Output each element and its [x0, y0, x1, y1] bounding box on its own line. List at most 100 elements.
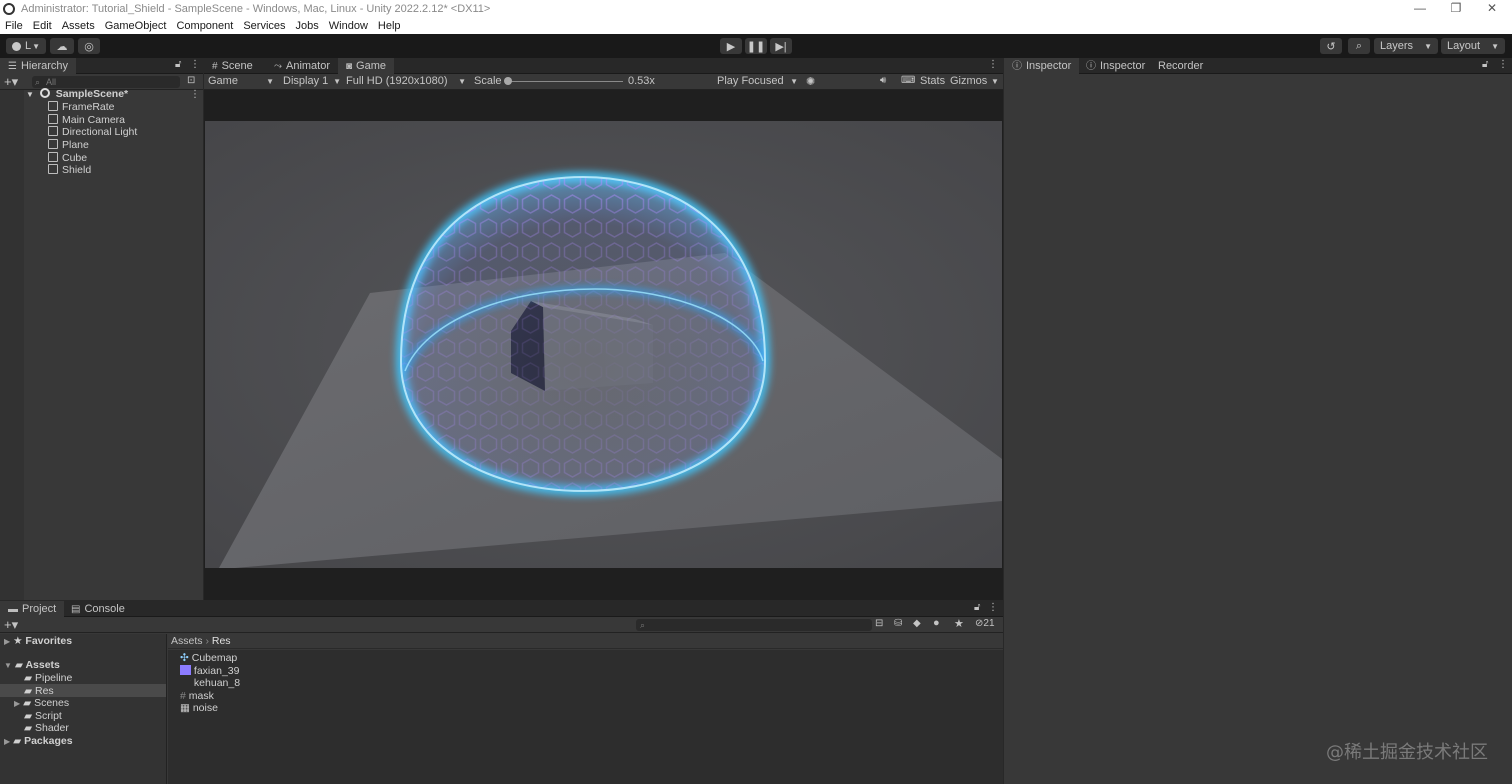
tab-recorder[interactable]: Recorder: [1150, 58, 1211, 74]
layout-dropdown[interactable]: Layout ▼: [1441, 38, 1505, 54]
expand-arrow-icon: ▶: [14, 699, 21, 708]
scene-menu-icon[interactable]: ⋮: [190, 89, 200, 100]
hierarchy-gutter: [0, 90, 24, 600]
folder-res[interactable]: ▰ Res: [24, 685, 54, 697]
filter-icon[interactable]: ⛁: [894, 618, 902, 629]
star-icon[interactable]: ★: [954, 617, 964, 630]
step-button[interactable]: ▶|: [770, 38, 792, 54]
folder-shader[interactable]: ▰ Shader: [24, 722, 69, 734]
account-label: L: [25, 40, 32, 52]
menu-help[interactable]: Help: [373, 20, 406, 32]
gizmos-button[interactable]: Gizmos: [950, 74, 987, 89]
file-mask[interactable]: # mask: [180, 690, 214, 702]
gameobject-icon: [48, 164, 58, 174]
menu-window[interactable]: Window: [324, 20, 373, 32]
inspector-panel: ⓘ Inspector ⓘ Inspector Recorder 🔓︎ ⋮: [1004, 58, 1512, 784]
layers-dropdown[interactable]: Layers ▼: [1374, 38, 1438, 54]
hidden-packages-button[interactable]: ⊘21: [975, 618, 995, 629]
play-icon: ▶: [726, 40, 736, 53]
info-icon: ⓘ: [1086, 61, 1096, 72]
stats-button[interactable]: Stats: [920, 74, 945, 89]
file-kehuan-8[interactable]: kehuan_8: [180, 677, 240, 689]
search-button[interactable]: ⌕: [1348, 38, 1370, 54]
audio-icon[interactable]: 🔊︎: [880, 75, 886, 86]
breadcrumb-res[interactable]: Res: [212, 635, 231, 647]
menu-services[interactable]: Services: [238, 20, 290, 32]
chevron-down-icon: ▼: [790, 77, 798, 86]
close-button[interactable]: ✕: [1474, 0, 1510, 18]
search-by-type-icon[interactable]: ⊟: [875, 618, 883, 629]
warning-icon[interactable]: ●: [933, 617, 940, 629]
tab-console[interactable]: ▤ Console: [63, 601, 133, 617]
packages-row[interactable]: ▶ ▰ Packages: [4, 735, 73, 747]
hierarchy-search-input[interactable]: ⌕ All: [32, 76, 180, 88]
create-add-button[interactable]: +▾: [4, 617, 18, 633]
tab-project[interactable]: ▬ Project: [0, 601, 65, 617]
hierarchy-item-directional-light[interactable]: Directional Light: [48, 126, 137, 138]
pause-button[interactable]: ❚❚: [745, 38, 767, 54]
tab-animator[interactable]: ⤳ Animator: [266, 58, 338, 74]
scene-visibility-icon[interactable]: ⊡: [187, 75, 195, 86]
lock-icon[interactable]: 🔓︎: [974, 602, 980, 613]
file-noise[interactable]: ▦ noise: [180, 702, 218, 714]
hierarchy-item-framerate[interactable]: FrameRate: [48, 101, 115, 113]
game-mode-dropdown[interactable]: Game ▼: [206, 74, 276, 89]
favorites-row[interactable]: ▶ ★ Favorites: [4, 635, 72, 647]
file-faxian-39[interactable]: faxian_39: [180, 665, 239, 677]
tab-inspector-2[interactable]: ⓘ Inspector: [1078, 58, 1153, 74]
hierarchy-item-plane[interactable]: Plane: [48, 139, 89, 151]
minimize-button[interactable]: —: [1402, 0, 1438, 18]
breadcrumb-assets[interactable]: Assets: [171, 635, 203, 647]
folder-script[interactable]: ▰ Script: [24, 710, 62, 722]
scale-slider-handle[interactable]: [504, 77, 512, 85]
collab-button[interactable]: ◎: [78, 38, 100, 54]
lock-icon[interactable]: 🔓︎: [1482, 59, 1488, 70]
tab-inspector-1[interactable]: ⓘ Inspector: [1004, 58, 1080, 74]
keyboard-icon[interactable]: ⌨: [901, 75, 915, 86]
kebab-menu-icon[interactable]: ⋮: [988, 602, 998, 613]
kebab-menu-icon[interactable]: ⋮: [988, 59, 998, 70]
scale-slider-track[interactable]: [508, 81, 623, 82]
folder-pipeline[interactable]: ▰ Pipeline: [24, 672, 72, 684]
assets-row[interactable]: ▼ ▰ Assets: [4, 659, 60, 671]
play-button[interactable]: ▶: [720, 38, 742, 54]
expand-arrow-icon: ▼: [26, 90, 34, 99]
restore-button[interactable]: ❐: [1438, 0, 1474, 18]
history-button[interactable]: ↺: [1320, 38, 1342, 54]
display-dropdown[interactable]: Display 1 ▼: [280, 74, 343, 89]
tab-hierarchy[interactable]: ☰ Hierarchy: [0, 58, 77, 74]
hierarchy-tabbar: ☰ Hierarchy 🔓︎ ⋮: [0, 58, 203, 74]
menu-file[interactable]: File: [0, 20, 28, 32]
tab-game[interactable]: ◙ Game: [338, 58, 395, 74]
file-cubemap[interactable]: ✣ Cubemap: [180, 652, 237, 664]
scene-row[interactable]: ▼ SampleScene*: [26, 88, 128, 100]
menu-edit[interactable]: Edit: [28, 20, 57, 32]
menu-component[interactable]: Component: [171, 20, 238, 32]
chevron-down-icon[interactable]: ▼: [991, 74, 999, 89]
folder-open-icon: ▰: [14, 659, 23, 671]
kebab-menu-icon[interactable]: ⋮: [1498, 59, 1508, 70]
kebab-menu-icon[interactable]: ⋮: [190, 59, 200, 70]
create-add-button[interactable]: +▾: [4, 74, 18, 90]
menu-gameobject[interactable]: GameObject: [100, 20, 172, 32]
breadcrumb: Assets › Res: [168, 634, 1003, 649]
bug-icon[interactable]: ✺: [806, 75, 815, 88]
history-icon: ↺: [1326, 40, 1336, 53]
search-icon: ⌕: [640, 620, 646, 630]
menu-assets[interactable]: Assets: [57, 20, 100, 32]
project-search-input[interactable]: ⌕: [636, 619, 872, 631]
layout-label: Layout: [1447, 40, 1481, 52]
tab-scene[interactable]: # Scene: [204, 58, 261, 74]
play-mode-dropdown[interactable]: Play Focused ▼: [714, 74, 800, 89]
game-viewport[interactable]: [205, 121, 1002, 568]
hierarchy-item-shield[interactable]: Shield: [48, 164, 91, 176]
account-dropdown[interactable]: L ▼: [6, 38, 46, 54]
lock-icon[interactable]: 🔓︎: [175, 59, 181, 70]
label-tag-icon[interactable]: ◆: [913, 618, 921, 629]
folder-scenes[interactable]: ▶ ▰ Scenes: [14, 697, 69, 709]
menu-jobs[interactable]: Jobs: [291, 20, 324, 32]
cloud-button[interactable]: ☁: [50, 38, 74, 54]
hierarchy-item-cube[interactable]: Cube: [48, 152, 87, 164]
resolution-dropdown[interactable]: Full HD (1920x1080) ▼: [344, 74, 468, 89]
hierarchy-item-main-camera[interactable]: Main Camera: [48, 114, 125, 126]
